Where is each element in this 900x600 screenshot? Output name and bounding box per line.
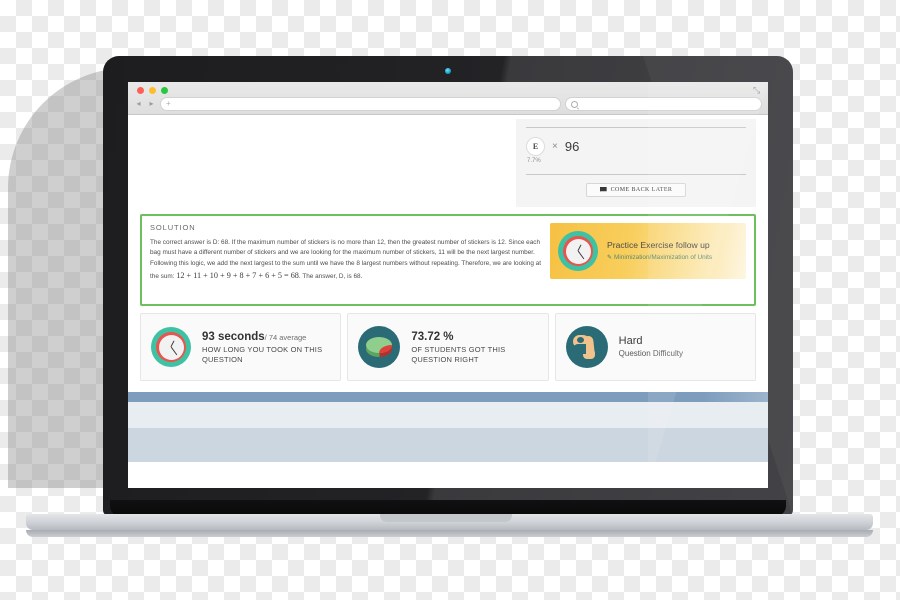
come-back-later-button[interactable]: COME BACK LATER (585, 183, 687, 197)
stat-card-time: 93 seconds/ 74 average HOW LONG YOU TOOK… (140, 313, 342, 381)
solution-closing: . The answer, D, is 68. (298, 273, 363, 281)
laptop-base-notch (380, 514, 512, 522)
pie-slice-red (379, 345, 393, 353)
choice-letter-badge: E (526, 137, 545, 156)
bicep-graphic (572, 335, 601, 359)
clock-icon (558, 231, 598, 271)
pie-chart-icon (358, 326, 401, 368)
clock-inner-ring (156, 332, 186, 362)
practice-exercise-card[interactable]: Practice Exercise follow up ✎ Minimizatio… (550, 223, 746, 279)
solution-text-area: SOLUTION The correct answer is D: 68. If… (150, 223, 550, 296)
top-section: E × 96 7.7% COME BACK LATER (140, 119, 756, 207)
browser-toolbar: ◂ ▸ + (134, 97, 762, 111)
clock-minute-hand (577, 250, 585, 260)
stat-card-correct: 73.72 % OF STUDENTS GOT THIS QUESTION RI… (347, 313, 549, 381)
stat-text-difficulty: Hard Question Difficulty (619, 334, 683, 359)
stat-value-difficulty: Hard (618, 335, 643, 348)
question-body-area (140, 119, 516, 207)
solution-heading: SOLUTION (150, 223, 196, 232)
pie-top (366, 337, 393, 353)
stat-text-correct: 73.72 % OF STUDENTS GOT THIS QUESTION RI… (411, 330, 537, 365)
page-content: E × 96 7.7% COME BACK LATER SOLUTION The… (128, 115, 768, 381)
minimize-window-icon[interactable] (149, 87, 156, 94)
choice-percent: 7.7% (527, 158, 541, 164)
clock-face (158, 334, 184, 360)
laptop-screen: ⤡ ◂ ▸ + E × 96 7.7% COME BACK LATER SOLU… (128, 82, 768, 488)
stat-value-time: 93 seconds/ 74 average (202, 330, 330, 345)
stat-value-correct: 73.72 % (411, 330, 454, 343)
stat-caption-time: HOW LONG YOU TOOK ON THIS QUESTION (202, 345, 323, 364)
time-value: 93 seconds (202, 330, 265, 343)
solution-body: The correct answer is D: 68. If the maxi… (150, 238, 542, 283)
page-footer-deep (128, 428, 768, 462)
page-footer-pad (128, 402, 768, 428)
page-footer-bar (128, 392, 768, 402)
divider-bottom (526, 174, 746, 175)
search-input[interactable] (565, 97, 762, 111)
bicep-icon (565, 326, 608, 368)
practice-text: Practice Exercise follow up ✎ Minimizatio… (607, 240, 712, 262)
solution-formula: 12 + 11 + 10 + 9 + 8 + 7 + 6 + 5 = 68 (176, 271, 299, 281)
selected-count: 96 (564, 139, 580, 154)
clock-icon (151, 327, 191, 367)
times-icon: × (552, 141, 558, 152)
time-average: / 74 average (264, 332, 307, 342)
divider-top (526, 127, 746, 128)
practice-subtitle-row[interactable]: ✎ Minimization/Maximization of Units (607, 254, 712, 263)
flag-icon (599, 187, 607, 192)
stat-card-difficulty: Hard Question Difficulty (554, 313, 756, 381)
practice-subtitle: Minimization/Maximization of Units (614, 253, 713, 261)
laptop-lid: ⤡ ◂ ▸ + E × 96 7.7% COME BACK LATER SOLU… (103, 56, 793, 516)
browser-chrome: ⤡ ◂ ▸ + (128, 82, 768, 115)
laptop-mockup: ⤡ ◂ ▸ + E × 96 7.7% COME BACK LATER SOLU… (0, 0, 900, 600)
come-back-later-label: COME BACK LATER (610, 187, 673, 193)
stat-text-time: 93 seconds/ 74 average HOW LONG YOU TOOK… (202, 330, 330, 365)
maximize-window-icon[interactable] (161, 87, 168, 94)
url-input[interactable]: + (160, 97, 561, 111)
url-value: + (166, 99, 171, 108)
back-icon[interactable]: ◂ (134, 98, 143, 110)
clock-face (565, 238, 591, 264)
pie-graphic (366, 337, 393, 357)
search-icon (571, 100, 578, 108)
close-window-icon[interactable] (137, 87, 144, 94)
web-page: E × 96 7.7% COME BACK LATER SOLUTION The… (128, 115, 768, 488)
expand-icon[interactable]: ⤡ (753, 86, 761, 95)
bicep-cutout (572, 344, 586, 354)
stat-caption-difficulty: Question Difficulty (618, 349, 683, 359)
practice-title: Practice Exercise follow up (607, 239, 710, 250)
window-controls[interactable] (137, 87, 168, 94)
pencil-icon: ✎ (607, 254, 613, 261)
forward-icon[interactable]: ▸ (147, 98, 156, 110)
bicep-notch (576, 337, 584, 343)
practice-area: Practice Exercise follow up ✎ Minimizatio… (550, 223, 746, 296)
clock-minute-hand (170, 346, 178, 356)
answer-stats-panel: E × 96 7.7% COME BACK LATER (516, 119, 756, 207)
answer-choice-row: E × 96 (526, 137, 746, 156)
clock-inner-ring (563, 236, 593, 266)
solution-panel: SOLUTION The correct answer is D: 68. If… (140, 214, 756, 306)
come-back-later-wrap: COME BACK LATER (526, 183, 746, 197)
laptop-base-shadow (26, 530, 873, 537)
stat-caption-correct: OF STUDENTS GOT THIS QUESTION RIGHT (411, 345, 506, 364)
webcam-icon (445, 68, 451, 74)
stat-cards: 93 seconds/ 74 average HOW LONG YOU TOOK… (140, 313, 756, 381)
